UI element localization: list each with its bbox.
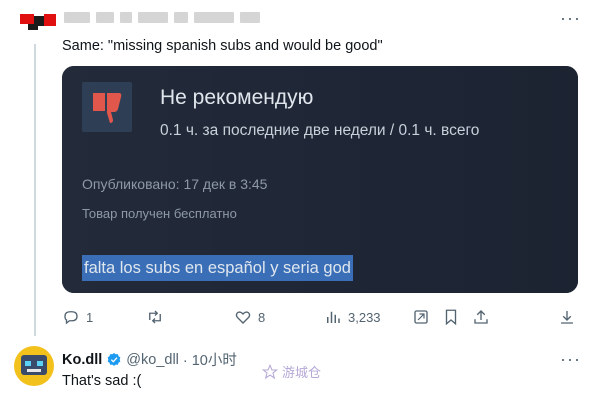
review-body-highlight: falta los subs en español y seria god [82, 255, 353, 281]
reply-icon [64, 311, 78, 325]
reply-author-name[interactable]: Ko.dll [62, 352, 102, 368]
retweet-icon [149, 310, 161, 324]
reply-count: 1 [86, 309, 94, 325]
avatar[interactable] [20, 4, 56, 30]
more-options-button[interactable]: ··· [560, 8, 581, 29]
reply-button[interactable]: 1 [62, 306, 93, 328]
reply-text: That's sad :( [62, 373, 142, 389]
reply-time[interactable]: · 10小时 [183, 349, 237, 370]
grok-icon [414, 310, 428, 324]
tweet-text: Same: "missing spanish subs and would be… [62, 38, 383, 54]
retweet-button[interactable] [146, 306, 164, 328]
reply-header: Ko.dll @ko_dll · 10小时 [62, 349, 237, 370]
bookmark-button[interactable] [442, 306, 460, 328]
share-icon [474, 310, 488, 324]
reply-handle[interactable]: @ko_dll [126, 352, 179, 368]
views-button[interactable]: 3,233 [324, 306, 381, 328]
review-published: Опубликовано: 17 дек в 3:45 [82, 176, 268, 192]
bookmark-icon [445, 309, 457, 326]
tweet-header-redacted [64, 6, 260, 28]
download-icon [561, 311, 573, 324]
watermark: 游城仓 [262, 362, 321, 381]
like-count: 8 [258, 309, 266, 325]
download-button[interactable] [558, 306, 576, 328]
watermark-text: 游城仓 [282, 365, 322, 380]
heart-icon [235, 311, 251, 324]
reply-avatar[interactable] [14, 346, 54, 386]
verified-badge-icon [107, 352, 121, 366]
share-button[interactable] [472, 306, 490, 328]
review-title: Не рекомендую [160, 86, 314, 109]
review-hours: 0.1 ч. за последние две недели / 0.1 ч. … [160, 122, 480, 139]
views-icon [327, 311, 340, 323]
watermark-logo-icon [262, 363, 278, 379]
review-screenshot[interactable]: Не рекомендую 0.1 ч. за последние две не… [62, 66, 578, 293]
reply-more-options-button[interactable]: ··· [560, 349, 581, 370]
tweet-actions: 1 8 3,233 [62, 306, 578, 328]
thread-line [34, 44, 36, 336]
review-free-product: Товар получен бесплатно [82, 206, 237, 221]
like-button[interactable]: 8 [234, 306, 265, 328]
view-count: 3,233 [348, 309, 381, 325]
thumbs-down-icon [82, 82, 132, 132]
grok-button[interactable] [412, 306, 430, 328]
